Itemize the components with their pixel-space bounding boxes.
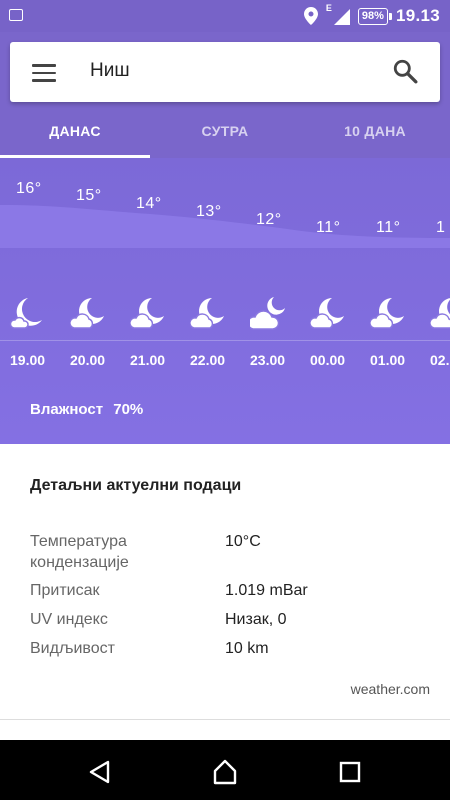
city-name[interactable]: Ниш xyxy=(90,60,130,82)
hour-label: 19.00 xyxy=(10,352,46,368)
header: Ниш ДАНАС СУТРА 10 ДАНА xyxy=(0,32,450,158)
moon-cloud-icon xyxy=(70,298,104,329)
hour-temp: 1 xyxy=(436,219,446,236)
hour-temp: 13° xyxy=(196,203,222,220)
temperature-labels: 16° 15° 14° 13° 12° 11° 11° 1 xyxy=(0,158,450,248)
hour-temp: 14° xyxy=(136,195,162,212)
hour-label: 00.00 xyxy=(310,352,346,368)
navigation-bar xyxy=(0,740,450,800)
moon-cloud-icon xyxy=(190,298,224,329)
status-bar-right: E 98% 19.13 xyxy=(303,0,440,32)
hour-temp: 11° xyxy=(376,219,401,236)
hour-label: 02. xyxy=(430,352,450,368)
hour-temp: 15° xyxy=(76,187,102,204)
detail-label: Температура кондензације xyxy=(30,533,129,571)
back-icon[interactable] xyxy=(86,758,114,786)
status-time: 19.13 xyxy=(395,6,440,25)
detail-value: 10 km xyxy=(225,640,269,657)
signal-icon: E xyxy=(326,3,350,25)
hour-temp: 12° xyxy=(256,211,282,228)
hour-label: 20.00 xyxy=(70,352,106,368)
recents-icon[interactable] xyxy=(336,758,364,786)
search-icon[interactable] xyxy=(392,58,418,84)
forecast-divider xyxy=(0,340,450,341)
menu-icon[interactable] xyxy=(32,64,56,82)
humidity: Влажност 70% xyxy=(30,401,143,418)
detail-label: Видљивост xyxy=(30,640,115,657)
location-icon xyxy=(303,7,318,25)
hour-temp: 11° xyxy=(316,219,341,236)
hour-label: 22.00 xyxy=(190,352,226,368)
tab-10-days[interactable]: 10 ДАНА xyxy=(300,104,450,158)
weather-icons-row xyxy=(0,296,450,336)
detail-value: 1.019 mBar xyxy=(225,582,308,599)
status-bar: E 98% 19.13 xyxy=(0,0,450,32)
tab-bar: ДАНАС СУТРА 10 ДАНА xyxy=(0,104,450,158)
hour-label: 21.00 xyxy=(130,352,166,368)
location-search-box[interactable]: Ниш xyxy=(10,42,440,102)
hour-label: 01.00 xyxy=(370,352,406,368)
detail-label: Притисак xyxy=(30,582,100,599)
hour-temp: 16° xyxy=(16,180,42,197)
detail-value: 10°C xyxy=(225,533,261,550)
moon-cloud-icon xyxy=(130,298,164,329)
hourly-forecast[interactable]: 16° 15° 14° 13° 12° 11° 11° 1 19.00 20.0… xyxy=(0,158,450,444)
battery-indicator: 98% xyxy=(357,7,392,25)
moon-cloud-icon xyxy=(9,298,42,329)
hour-labels: 19.00 20.00 21.00 22.00 23.00 00.00 01.0… xyxy=(0,352,450,372)
detail-value: Низак, 0 xyxy=(225,611,287,628)
source-link[interactable]: weather.com xyxy=(351,681,430,697)
cloud-moon-icon xyxy=(250,297,285,330)
humidity-value: 70% xyxy=(113,401,144,418)
hour-label: 23.00 xyxy=(250,352,286,368)
current-details-card: Детаљни актуелни подаци Температура конд… xyxy=(0,444,450,720)
home-icon[interactable] xyxy=(211,758,239,786)
card-divider xyxy=(0,719,450,720)
tab-today[interactable]: ДАНАС xyxy=(0,104,150,158)
humidity-label: Влажност xyxy=(30,401,104,418)
moon-cloud-icon xyxy=(370,298,404,329)
moon-cloud-icon xyxy=(310,298,344,329)
details-title: Детаљни актуелни подаци xyxy=(30,477,242,494)
moon-cloud-icon xyxy=(430,298,450,329)
tab-tomorrow[interactable]: СУТРА xyxy=(150,104,300,158)
gallery-notification-icon xyxy=(9,9,23,21)
detail-label: UV индекс xyxy=(30,611,108,628)
